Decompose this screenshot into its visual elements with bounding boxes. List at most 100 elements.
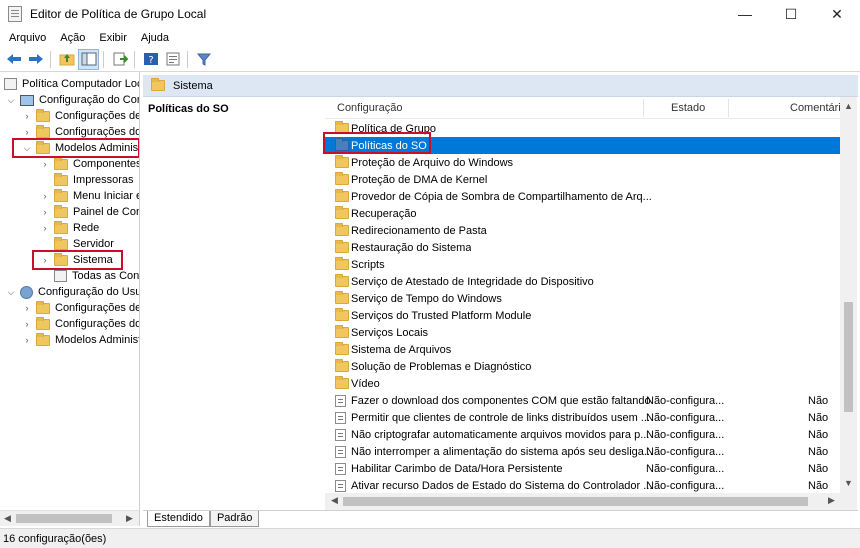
menu-arquivo[interactable]: Arquivo <box>0 32 53 44</box>
chevron-right-icon[interactable]: › <box>40 191 50 201</box>
list-item-setting[interactable]: Ativar recurso Dados de Estado do Sistem… <box>325 477 845 494</box>
tree-item-software-settings[interactable]: › Configurações de Software <box>22 108 139 124</box>
highlight-system <box>32 250 123 270</box>
status-bar: 16 configuração(ões) <box>0 528 860 548</box>
minimize-button[interactable]: — <box>722 0 768 28</box>
tree-item-windows-components[interactable]: › Componentes do Windows <box>40 156 139 172</box>
tree-item-network[interactable]: › Rede <box>40 220 99 236</box>
scroll-thumb[interactable] <box>844 302 853 412</box>
maximize-button[interactable]: ☐ <box>768 0 814 28</box>
list-item-setting[interactable]: Permitir que clientes de controle de lin… <box>325 409 845 426</box>
list-vertical-scrollbar[interactable]: ▲ ▼ <box>840 97 857 510</box>
show-hide-tree-icon[interactable] <box>78 48 99 70</box>
selected-item-title: Políticas do SO <box>148 103 229 115</box>
folder-icon <box>36 316 50 330</box>
chevron-right-icon[interactable]: › <box>22 319 32 329</box>
list-horizontal-scrollbar[interactable]: ◀ ▶ <box>325 493 840 510</box>
list-item-folder[interactable]: Sistema de Arquivos <box>325 341 845 358</box>
list-item-name: Scripts <box>351 258 385 271</box>
list-item-folder[interactable]: Recuperação <box>325 205 845 222</box>
list-item-comment: Não <box>808 428 829 441</box>
tree-item-label: Impressoras <box>73 174 134 186</box>
column-comentario[interactable]: Comentário <box>778 97 847 119</box>
list-item-folder[interactable]: Vídeo <box>325 375 845 392</box>
filter-icon[interactable] <box>193 49 214 70</box>
list-item-folder[interactable]: Proteção de Arquivo do Windows <box>325 154 845 171</box>
menu-ajuda[interactable]: Ajuda <box>134 32 176 44</box>
list-item-folder[interactable]: Serviço de Tempo do Windows <box>325 290 845 307</box>
chevron-right-icon[interactable]: › <box>40 159 50 169</box>
list-item-folder[interactable]: Redirecionamento de Pasta <box>325 222 845 239</box>
list-item-folder[interactable]: Scripts <box>325 256 845 273</box>
properties-icon[interactable] <box>162 49 183 70</box>
column-header: Configuração Estado Comentário <box>325 97 847 119</box>
tab-padrao[interactable]: Padrão <box>209 511 260 527</box>
setting-icon <box>335 445 346 458</box>
list-item-name: Proteção de Arquivo do Windows <box>351 156 514 169</box>
list-item-setting[interactable]: Não criptografar automaticamente arquivo… <box>325 426 845 443</box>
list-item-folder[interactable]: Serviço de Atestado de Integridade do Di… <box>325 273 845 290</box>
tree-horizontal-scrollbar[interactable]: ◀ ▶ <box>0 510 139 526</box>
column-divider[interactable] <box>728 99 729 117</box>
menu-exibir[interactable]: Exibir <box>92 32 134 44</box>
chevron-down-icon[interactable]: ⌵ <box>6 95 16 105</box>
scroll-left-icon[interactable]: ◀ <box>4 513 11 524</box>
list-item-name: Permitir que clientes de controle de lin… <box>351 411 650 424</box>
export-list-icon[interactable] <box>109 49 130 70</box>
chevron-down-icon[interactable]: ⌵ <box>6 287 16 297</box>
list-item-folder[interactable]: Proteção de DMA de Kernel <box>325 171 845 188</box>
help-icon[interactable]: ? <box>140 49 161 70</box>
tab-estendido[interactable]: Estendido <box>147 511 210 527</box>
list-item-setting[interactable]: Habilitar Carimbo de Data/Hora Persisten… <box>325 460 845 477</box>
chevron-right-icon[interactable]: › <box>22 303 32 313</box>
list-item-folder[interactable]: Solução de Problemas e Diagnóstico <box>325 358 845 375</box>
list-item-folder[interactable]: Provedor de Cópia de Sombra de Compartil… <box>325 188 845 205</box>
column-divider[interactable] <box>643 99 644 117</box>
chevron-right-icon[interactable]: › <box>40 223 50 233</box>
chevron-right-icon[interactable]: › <box>22 127 32 137</box>
list-item-folder[interactable]: Restauração do Sistema <box>325 239 845 256</box>
list-item-setting[interactable]: Não interromper a alimentação do sistema… <box>325 443 845 460</box>
all-settings-icon <box>54 270 67 282</box>
list-item-setting[interactable]: Fazer o download dos componentes COM que… <box>325 392 845 409</box>
list-item-folder[interactable]: Serviços do Trusted Platform Module <box>325 307 845 324</box>
list-item-icon-wrap <box>335 445 349 458</box>
scroll-up-icon[interactable]: ▲ <box>844 101 853 111</box>
list-item-icon-wrap <box>335 172 349 185</box>
folder-icon <box>335 376 349 389</box>
close-button[interactable]: ✕ <box>814 0 860 28</box>
scroll-thumb[interactable] <box>16 514 112 523</box>
back-arrow-icon[interactable] <box>3 49 24 70</box>
list-item-folder[interactable]: Serviços Locais <box>325 324 845 341</box>
tree-item-user-config[interactable]: ⌵ Configuração do Usuário <box>6 284 139 300</box>
tree-item-printers[interactable]: Impressoras <box>40 172 134 188</box>
gpedit-icon <box>8 6 22 22</box>
menu-acao[interactable]: Ação <box>53 32 92 44</box>
scroll-right-icon[interactable]: ▶ <box>828 495 835 506</box>
tree-item-all-settings[interactable]: Todas as Configurações <box>40 268 139 284</box>
tree-item-control-panel[interactable]: › Painel de Controle <box>40 204 139 220</box>
tree-item-user-software-settings[interactable]: › Configurações de Software <box>22 300 139 316</box>
list-item-icon-wrap <box>335 240 349 253</box>
column-configuracao[interactable]: Configuração <box>325 97 402 119</box>
forward-arrow-icon[interactable] <box>25 49 46 70</box>
column-estado[interactable]: Estado <box>659 97 705 119</box>
scroll-left-icon[interactable]: ◀ <box>331 495 338 506</box>
scroll-thumb[interactable] <box>343 497 808 506</box>
scroll-down-icon[interactable]: ▼ <box>844 478 853 488</box>
computer-icon <box>20 94 34 106</box>
scroll-right-icon[interactable]: ▶ <box>126 513 133 524</box>
tree-item-user-windows-settings[interactable]: › Configurações do Windows <box>22 316 139 332</box>
up-folder-icon[interactable] <box>56 49 77 70</box>
tree-item-local-computer-policy[interactable]: Política Computador Local <box>4 76 139 92</box>
folder-icon <box>54 220 68 234</box>
chevron-right-icon[interactable]: › <box>22 111 32 121</box>
tree-item-user-admin-templates[interactable]: › Modelos Administrativos <box>22 332 139 348</box>
chevron-right-icon[interactable]: › <box>22 335 32 345</box>
tree-item-computer-config[interactable]: ⌵ Configuração do Computador <box>6 92 139 108</box>
list-item-icon-wrap <box>335 206 349 219</box>
chevron-right-icon[interactable]: › <box>40 207 50 217</box>
tree-item-start-menu[interactable]: › Menu Iniciar e Barra de Tarefas <box>40 188 139 204</box>
folder-icon <box>36 108 50 122</box>
list-item-icon-wrap <box>335 394 349 407</box>
